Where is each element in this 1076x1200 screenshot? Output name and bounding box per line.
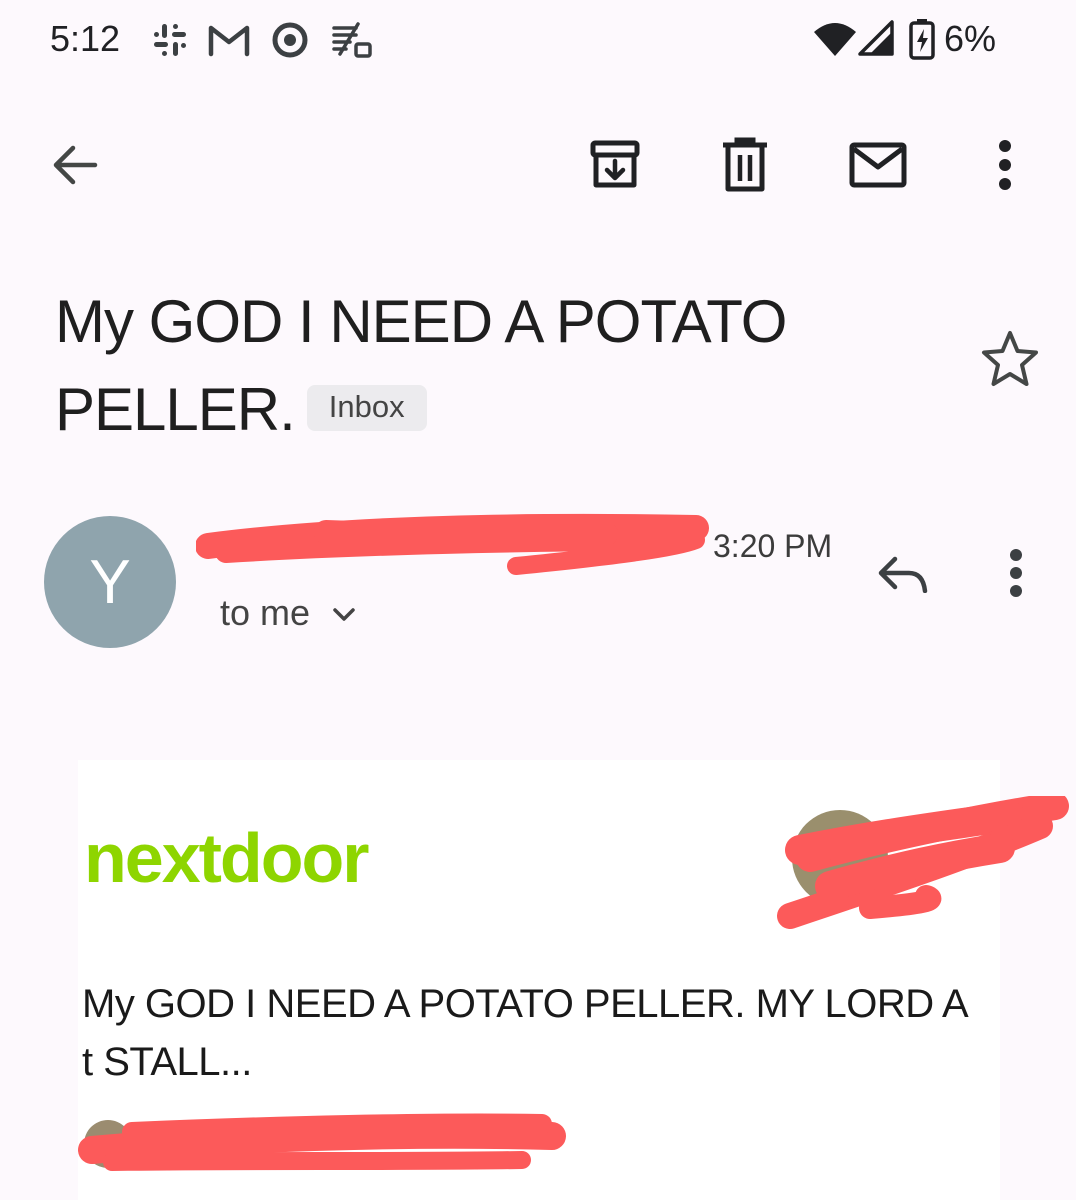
profile-photo-redaction (777, 796, 1069, 929)
mark-unread-button[interactable] (843, 130, 913, 200)
message-more-button[interactable] (990, 543, 1042, 603)
more-vert-icon (1010, 549, 1022, 597)
wifi-icon (814, 23, 856, 56)
archive-icon (590, 140, 640, 188)
recipient-text: to me (220, 592, 311, 633)
document-icon (332, 22, 372, 58)
slack-icon (154, 24, 186, 56)
email-subject: My GOD I NEED A POTATO PELLER. Inbox (55, 278, 935, 454)
nextdoor-logo[interactable]: nextdoor (84, 818, 369, 898)
reply-button[interactable] (868, 543, 938, 603)
email-time: 3:20 PM (713, 528, 833, 564)
back-arrow-icon (53, 145, 98, 185)
delete-icon (723, 137, 767, 192)
chevron-down-icon (333, 608, 355, 622)
status-time: 5:12 (50, 18, 121, 59)
recipient-details-toggle[interactable]: to me (220, 592, 356, 634)
gmail-icon (208, 25, 250, 57)
inbox-label-chip[interactable]: Inbox (306, 385, 427, 432)
signal-icon (858, 20, 894, 56)
more-vert-icon (999, 140, 1011, 190)
author-redaction (78, 1113, 566, 1171)
battery-charging-icon (909, 19, 935, 60)
battery-percent: 6% (944, 18, 997, 59)
delete-button[interactable] (710, 130, 780, 200)
circle-app-icon (272, 22, 308, 58)
back-button[interactable] (40, 130, 110, 200)
sender-name-redaction (196, 513, 709, 575)
email-body-text: My GOD I NEED A POTATO PELLER. MY LORD A… (82, 982, 966, 1084)
archive-button[interactable] (580, 130, 650, 200)
reply-icon (878, 556, 928, 593)
mark-unread-icon (849, 142, 907, 188)
sender-avatar[interactable]: Y (44, 516, 176, 648)
star-icon[interactable] (978, 327, 1042, 391)
more-options-button[interactable] (970, 130, 1040, 200)
